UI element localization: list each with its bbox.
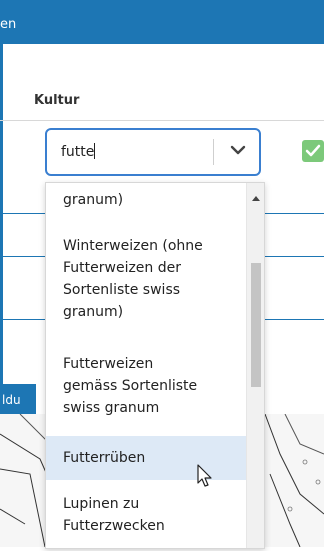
scrollbar-thumb[interactable] (251, 263, 261, 387)
select-separator (213, 139, 214, 165)
dropdown-option[interactable]: Futterweizen gemäss Sortenliste swiss gr… (46, 353, 246, 429)
dropdown-option[interactable]: Lupinen zu Futterzwecken (46, 493, 246, 548)
dropdown-option-label: granum) (63, 192, 124, 208)
dropdown-option-highlighted[interactable]: Futterrüben (46, 436, 246, 480)
dropdown-option-label: Lupinen zu Futterzwecken (63, 496, 165, 534)
divider (0, 120, 324, 121)
check-icon[interactable] (302, 140, 324, 162)
side-tab[interactable]: ldu (0, 384, 36, 417)
dropdown-option[interactable]: Winterweizen (ohne Futterweizen der Sort… (46, 235, 246, 335)
scroll-up-icon[interactable] (252, 196, 260, 201)
kultur-dropdown-list[interactable]: granum) Winterweizen (ohne Futterweizen … (45, 182, 265, 549)
dropdown-scrollbar[interactable] (246, 183, 264, 548)
kultur-search-input[interactable]: futte (61, 143, 96, 160)
kultur-label: Kultur (34, 93, 80, 108)
panel-left-border (0, 44, 3, 416)
dialog-header: en (0, 0, 324, 44)
dropdown-option[interactable]: granum) (46, 189, 246, 219)
side-tab-label: ldu (2, 393, 21, 407)
chevron-down-icon[interactable] (229, 141, 247, 163)
text-caret (94, 143, 96, 159)
mouse-cursor-icon (197, 464, 213, 492)
dialog-title: en (0, 17, 17, 32)
dropdown-option-label: Futterrüben (63, 450, 146, 466)
kultur-input-text: futte (61, 144, 95, 160)
dropdown-option-label: Futterweizen gemäss Sortenliste swiss gr… (63, 356, 198, 416)
kultur-select[interactable]: futte (45, 128, 261, 176)
dropdown-option-label: Winterweizen (ohne Futterweizen der Sort… (63, 238, 203, 320)
dropdown-options: granum) Winterweizen (ohne Futterweizen … (46, 183, 246, 548)
